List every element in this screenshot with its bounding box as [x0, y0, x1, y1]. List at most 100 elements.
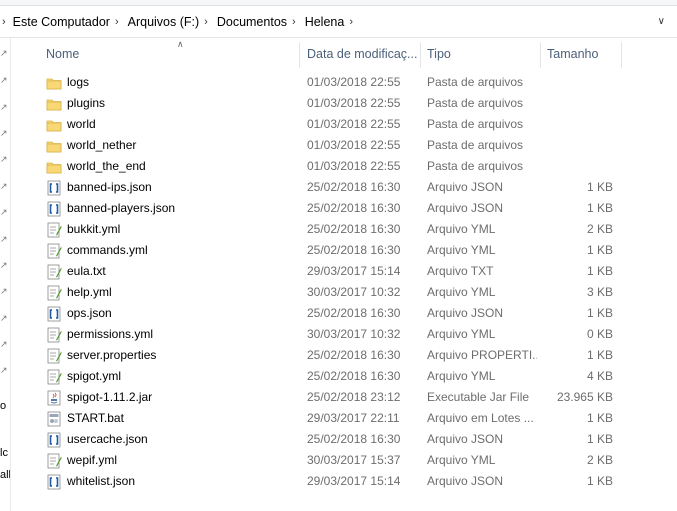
file-type: Executable Jar File: [427, 390, 530, 404]
file-date: 01/03/2018 22:55: [307, 117, 401, 131]
pin-icon[interactable]: ↗: [0, 48, 8, 58]
breadcrumb-item-computer[interactable]: Este Computador: [12, 15, 111, 29]
file-name: banned-players.json: [67, 201, 176, 215]
file-row[interactable]: usercache.json 25/02/2018 16:30 Arquivo JS…: [11, 429, 677, 450]
file-type: Pasta de arquivos: [427, 75, 524, 89]
column-header-date[interactable]: Data de modificaç...: [301, 45, 420, 67]
file-name: spigot.yml: [67, 369, 122, 383]
file-row[interactable]: banned-ips.json 25/02/2018 16:30 Arquivo J…: [11, 177, 677, 198]
file-name: logs: [67, 75, 90, 89]
file-date: 30/03/2017 10:32: [307, 327, 401, 341]
file-date: 30/03/2017 15:37: [307, 453, 401, 467]
pin-icon[interactable]: ↗: [0, 128, 8, 138]
file-type: Arquivo JSON: [427, 180, 504, 194]
breadcrumb-item-drive[interactable]: Arquivos (F:): [127, 15, 201, 29]
chevron-right-icon[interactable]: ›: [292, 16, 296, 28]
file-type: Arquivo JSON: [427, 474, 504, 488]
chevron-right-icon[interactable]: ›: [204, 16, 208, 28]
pin-icon[interactable]: ↗: [0, 365, 8, 375]
pin-icon[interactable]: ↗: [0, 154, 8, 164]
file-date: 25/02/2018 23:12: [307, 390, 401, 404]
folder-row[interactable]: plugins 01/03/2018 22:55 Pasta de arquivos: [11, 93, 677, 114]
file-name: usercache.json: [67, 432, 148, 446]
navigation-pane[interactable]: ↗ ↗ ↗ ↗ ↗ ↗ ↗ ↗ ↗ ↗ ↗ ↗ ↗ o lc all: [0, 38, 11, 511]
breadcrumb-item-documents[interactable]: Documentos: [216, 15, 288, 29]
file-row[interactable]: START.bat 29/03/2017 22:11 Arquivo em Lote…: [11, 408, 677, 429]
file-size: 1 KB: [586, 264, 613, 278]
file-row[interactable]: permissions.yml 30/03/2017 10:32 Arquivo Y…: [11, 324, 677, 345]
file-row[interactable]: whitelist.json 29/03/2017 15:14 Arquivo JS…: [11, 471, 677, 492]
file-name: server.properties: [67, 348, 157, 362]
json-file-icon: [46, 474, 62, 490]
file-size: 1 KB: [586, 411, 613, 425]
pin-icon[interactable]: ↗: [0, 339, 8, 349]
jar-file-icon: [46, 390, 62, 406]
json-file-icon: [46, 432, 62, 448]
column-header-size[interactable]: Tamanho: [541, 45, 621, 67]
file-row[interactable]: bukkit.yml 25/02/2018 16:30 Arquivo YML 2 K…: [11, 219, 677, 240]
nav-item-fragment[interactable]: o: [0, 400, 6, 412]
file-date: 25/02/2018 16:30: [307, 222, 401, 236]
chevron-right-icon[interactable]: ›: [2, 16, 6, 28]
folder-row[interactable]: logs 01/03/2018 22:55 Pasta de arquivos: [11, 72, 677, 93]
column-header: ∧ Nome Data de modificaç... Tipo Tamanho: [11, 38, 677, 70]
column-header-type[interactable]: Tipo: [421, 45, 540, 67]
pin-icon[interactable]: ↗: [0, 181, 8, 191]
file-row[interactable]: commands.yml 25/02/2018 16:30 Arquivo YML 1…: [11, 240, 677, 261]
pin-icon[interactable]: ↗: [0, 286, 8, 296]
folder-row[interactable]: world_the_end 01/03/2018 22:55 Pasta de ar…: [11, 156, 677, 177]
file-size: 1 KB: [586, 348, 613, 362]
file-type: Pasta de arquivos: [427, 96, 524, 110]
file-row[interactable]: spigot.yml 25/02/2018 16:30 Arquivo YML 4 K…: [11, 366, 677, 387]
file-size: 1 KB: [586, 474, 613, 488]
chevron-right-icon[interactable]: ›: [115, 16, 119, 28]
file-size: 1 KB: [586, 243, 613, 257]
file-size: 0 KB: [586, 327, 613, 341]
file-type: Arquivo em Lotes ...: [427, 411, 534, 425]
file-row[interactable]: spigot-1.11.2.jar 25/02/2018 23:12 Executa…: [11, 387, 677, 408]
file-type: Arquivo TXT: [427, 264, 494, 278]
file-name: spigot-1.11.2.jar: [67, 390, 153, 404]
file-date: 29/03/2017 15:14: [307, 264, 401, 278]
file-size: 23.965 KB: [556, 390, 613, 404]
chevron-down-icon[interactable]: ∨: [658, 16, 665, 27]
file-name: wepif.yml: [67, 453, 118, 467]
file-date: 30/03/2017 10:32: [307, 285, 401, 299]
folder-row[interactable]: world_nether 01/03/2018 22:55 Pasta de arq…: [11, 135, 677, 156]
pin-icon[interactable]: ↗: [0, 75, 8, 85]
file-date: 25/02/2018 16:30: [307, 243, 401, 257]
file-type: Pasta de arquivos: [427, 138, 524, 152]
file-row[interactable]: banned-players.json 25/02/2018 16:30 Arqui…: [11, 198, 677, 219]
folder-row[interactable]: world 01/03/2018 22:55 Pasta de arquivos: [11, 114, 677, 135]
file-size: 2 KB: [586, 222, 613, 236]
folder-icon: [46, 75, 62, 91]
yml-file-icon: [46, 369, 62, 385]
file-size: 1 KB: [586, 306, 613, 320]
breadcrumb-item-helena[interactable]: Helena: [304, 15, 346, 29]
chevron-right-icon[interactable]: ›: [349, 16, 353, 28]
file-row[interactable]: help.yml 30/03/2017 10:32 Arquivo YML 3 KB: [11, 282, 677, 303]
address-bar[interactable]: › Este Computador › Arquivos (F:) › Docu…: [0, 7, 677, 38]
file-date: 29/03/2017 22:11: [307, 411, 400, 425]
file-date: 25/02/2018 16:30: [307, 432, 401, 446]
column-header-name[interactable]: Nome: [40, 45, 297, 67]
file-date: 25/02/2018 16:30: [307, 369, 401, 383]
file-row[interactable]: ops.json 25/02/2018 16:30 Arquivo JSON 1 KB: [11, 303, 677, 324]
file-name: banned-ips.json: [67, 180, 152, 194]
pin-icon[interactable]: ↗: [0, 102, 8, 112]
column-divider[interactable]: [299, 42, 300, 68]
nav-item-fragment[interactable]: lc: [0, 447, 8, 459]
file-size: 2 KB: [586, 453, 613, 467]
file-row[interactable]: wepif.yml 30/03/2017 15:37 Arquivo YML 2 KB: [11, 450, 677, 471]
file-row[interactable]: server.properties 25/02/2018 16:30 Arquivo…: [11, 345, 677, 366]
column-divider[interactable]: [621, 42, 622, 68]
file-type: Arquivo YML: [427, 369, 496, 383]
file-size: 1 KB: [586, 180, 613, 194]
pin-icon[interactable]: ↗: [0, 313, 8, 323]
pin-icon[interactable]: ↗: [0, 260, 8, 270]
file-row[interactable]: eula.txt 29/03/2017 15:14 Arquivo TXT 1 KB: [11, 261, 677, 282]
pin-icon[interactable]: ↗: [0, 207, 8, 217]
nav-item-fragment[interactable]: all: [0, 469, 10, 481]
pin-icon[interactable]: ↗: [0, 234, 8, 244]
file-size: 1 KB: [586, 432, 613, 446]
